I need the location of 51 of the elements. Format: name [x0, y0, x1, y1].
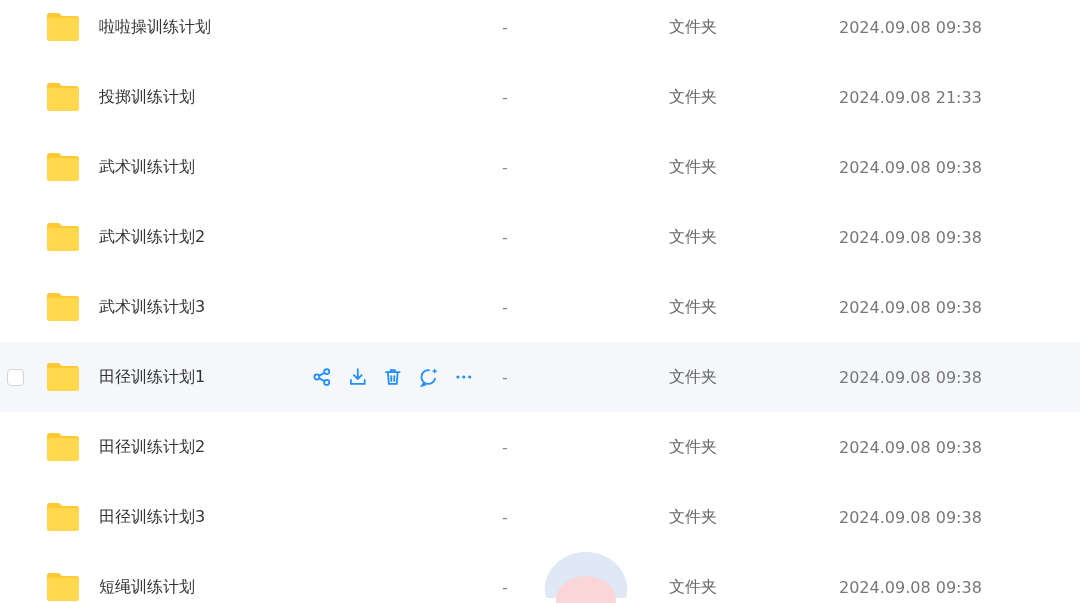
folder-icon [45, 362, 81, 392]
folder-icon [45, 572, 81, 602]
file-name[interactable]: 田径训练计划2 [99, 436, 312, 458]
folder-icon [45, 432, 81, 462]
file-name[interactable]: 啦啦操训练计划 [99, 16, 312, 38]
file-type: 文件夹 [669, 366, 718, 388]
file-size: - [502, 577, 509, 597]
folder-icon [45, 292, 81, 322]
file-type: 文件夹 [669, 86, 718, 108]
checkbox[interactable] [7, 368, 24, 386]
file-type: 文件夹 [669, 16, 718, 38]
file-type: 文件夹 [669, 576, 718, 598]
folder-icon [45, 152, 81, 182]
file-size: - [502, 17, 509, 37]
folder-icon [45, 502, 81, 532]
file-type: 文件夹 [669, 226, 718, 248]
folder-icon [45, 82, 81, 112]
chat-sparkle-icon[interactable] [418, 367, 439, 387]
modified-date: 2024.09.08 09:38 [839, 507, 982, 527]
trash-icon[interactable] [383, 367, 403, 387]
file-size: - [502, 157, 509, 177]
file-name[interactable]: 武术训练计划2 [99, 226, 312, 248]
modified-date: 2024.09.08 09:38 [839, 297, 982, 317]
file-name[interactable]: 投掷训练计划 [99, 86, 312, 108]
modified-date: 2024.09.08 09:38 [839, 227, 982, 247]
file-size: - [502, 87, 509, 107]
folder-icon [45, 222, 81, 252]
file-type: 文件夹 [669, 296, 718, 318]
folder-icon [45, 12, 81, 42]
file-type: 文件夹 [669, 156, 718, 178]
modified-date: 2024.09.08 09:38 [839, 437, 982, 457]
file-type: 文件夹 [669, 436, 718, 458]
file-size: - [502, 297, 509, 317]
file-size: - [502, 507, 509, 527]
file-name[interactable]: 田径训练计划1 [99, 366, 312, 388]
file-type: 文件夹 [669, 506, 718, 528]
modified-date: 2024.09.08 09:38 [839, 17, 982, 37]
file-name[interactable]: 田径训练计划3 [99, 506, 312, 528]
modified-date: 2024.09.08 21:33 [839, 87, 982, 107]
file-size: - [502, 227, 509, 247]
download-icon[interactable] [347, 367, 368, 387]
modified-date: 2024.09.08 09:38 [839, 367, 982, 387]
modified-date: 2024.09.08 09:38 [839, 577, 982, 597]
file-size: - [502, 437, 509, 457]
file-size: - [502, 367, 509, 387]
file-name[interactable]: 武术训练计划3 [99, 296, 312, 318]
share-icon[interactable] [312, 367, 332, 387]
modified-date: 2024.09.08 09:38 [839, 157, 982, 177]
file-name[interactable]: 武术训练计划 [99, 156, 312, 178]
file-row[interactable]: 田径训练计划1 - 文件夹 2024.09.08 09:38 [0, 342, 1080, 412]
file-name[interactable]: 短绳训练计划 [99, 576, 312, 598]
